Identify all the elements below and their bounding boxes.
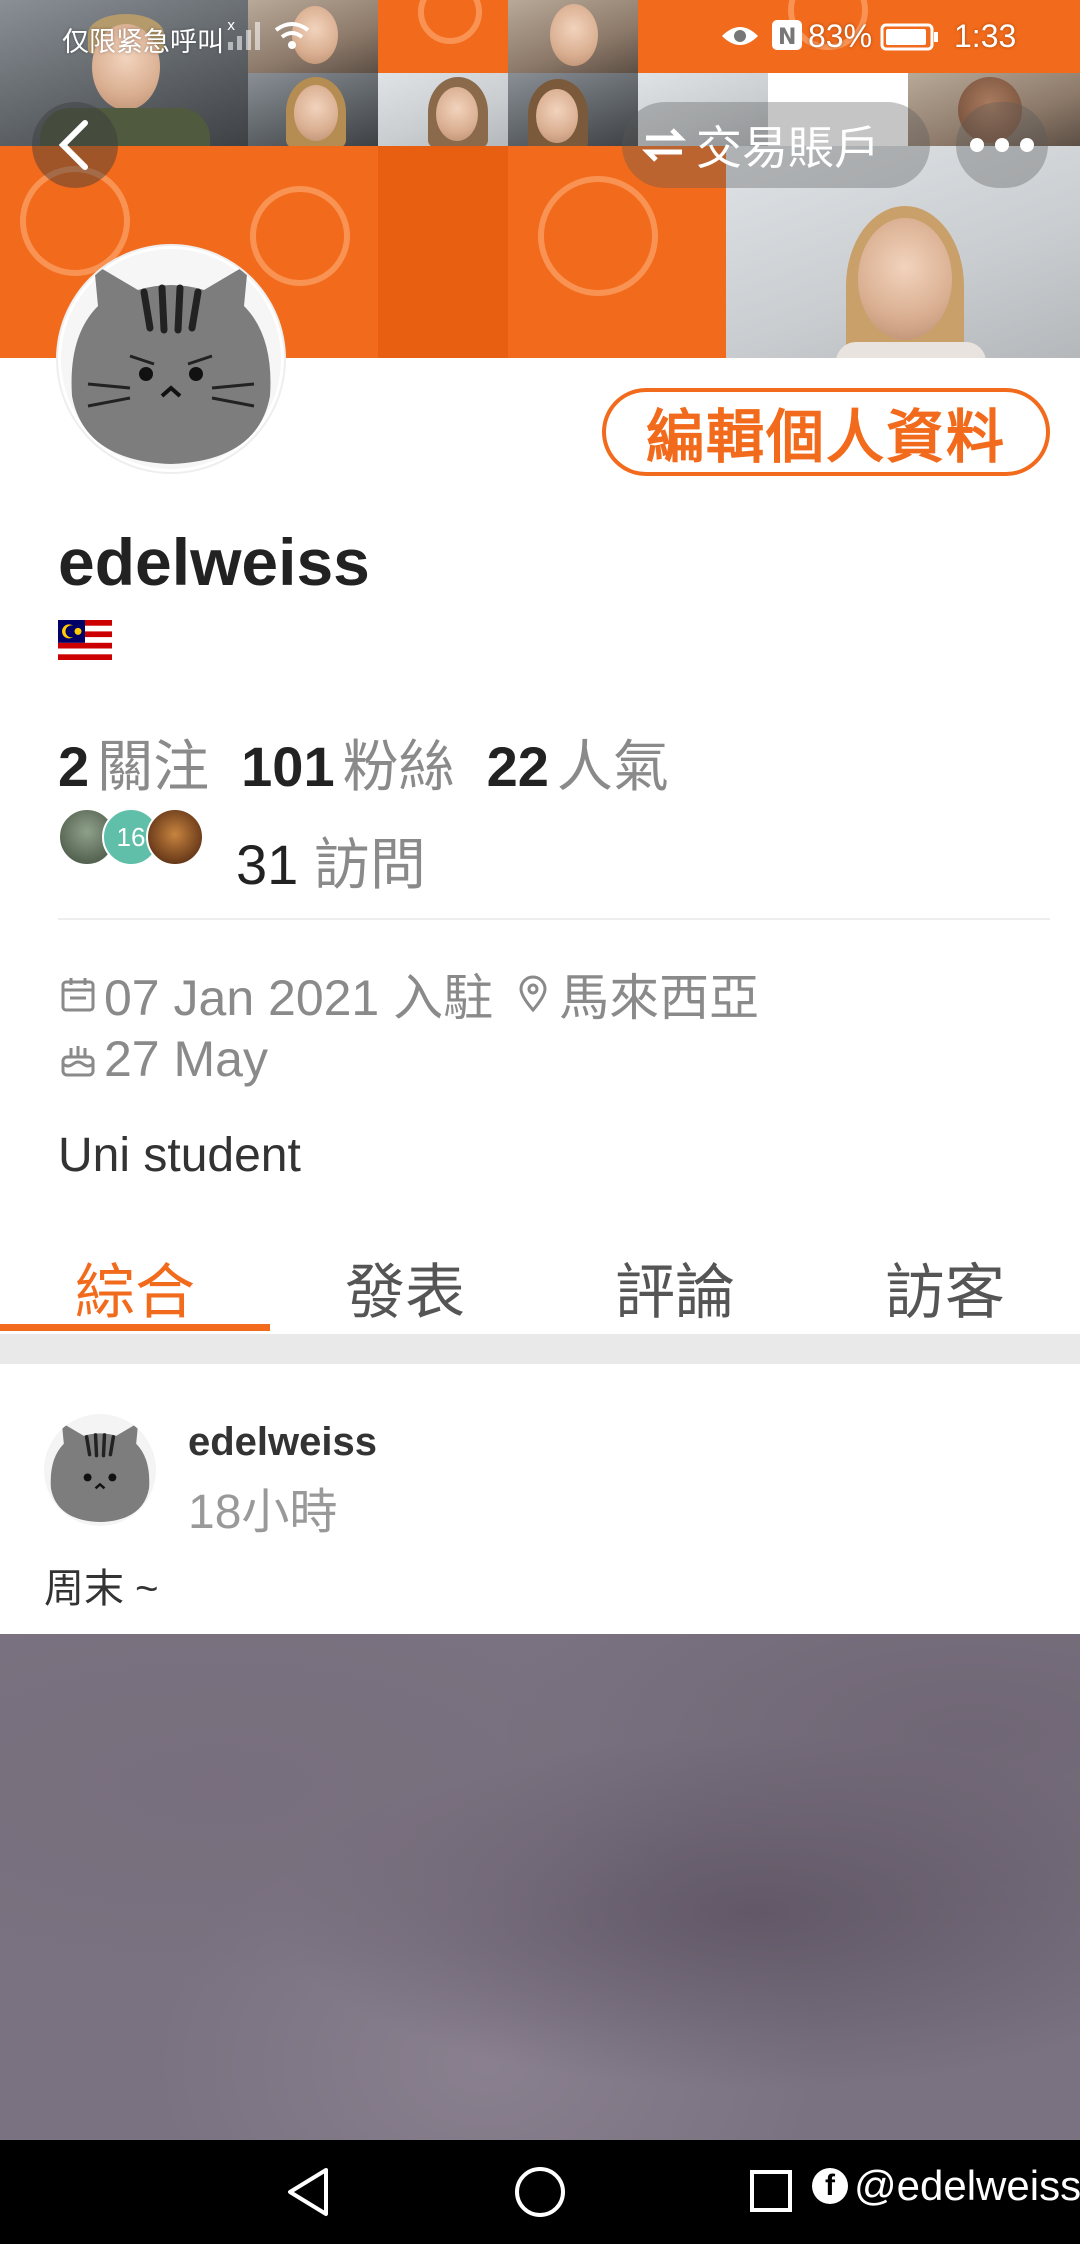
nav-back-icon[interactable] [282, 2164, 334, 2220]
nav-home-icon[interactable] [512, 2164, 568, 2220]
location-text: 馬來西亞 [559, 970, 760, 1026]
cover-photo-tile [508, 73, 638, 149]
following-label[interactable]: 關注 [97, 722, 209, 803]
joined-location-row: 07 Jan 2021 入駐 馬來西亞 [58, 958, 759, 1030]
calendar-icon [61, 978, 95, 1012]
profile-stats-row: 2 關注 101 粉絲 22 人氣 [58, 722, 701, 803]
profile-avatar[interactable] [58, 246, 284, 472]
section-separator [0, 1334, 1080, 1364]
divider [58, 918, 1050, 920]
switch-account-label: 交易賬戶 [696, 122, 880, 174]
profile-username: edelweiss [58, 525, 370, 599]
wifi-icon [274, 22, 310, 49]
visit-count-value: 31 [236, 833, 299, 896]
following-count[interactable]: 2 [58, 734, 89, 799]
carrier-text: 仅限紧急呼叫 [62, 27, 224, 57]
birthday-text: 27 May [104, 1031, 268, 1087]
followers-label[interactable]: 粉絲 [343, 722, 455, 803]
eye-icon [722, 27, 758, 45]
active-tab-indicator [0, 1324, 270, 1331]
post-author-avatar[interactable] [44, 1414, 156, 1526]
profile-tab-bar: 綜合 發表 評論 訪客 [0, 1230, 1080, 1330]
no-signal-icon: x [227, 18, 260, 50]
cover-pattern-tile [378, 146, 508, 358]
svg-text:x: x [227, 18, 235, 34]
battery-percent: 83% [808, 18, 873, 54]
clock: 1:33 [954, 18, 1017, 54]
swap-arrows-icon [642, 128, 686, 162]
post-text: 周末 ~ [44, 1567, 159, 1611]
post-timestamp: 18小時 [188, 1486, 338, 1539]
birthday-row: 27 May [58, 1030, 268, 1088]
back-button[interactable] [32, 102, 118, 188]
visit-count: 31 訪問 [236, 820, 426, 901]
popularity-count: 22 [486, 735, 549, 798]
cat-avatar-icon [50, 1422, 150, 1523]
cat-avatar-icon [61, 249, 281, 469]
switch-account-button[interactable]: 交易賬戶 [622, 102, 930, 188]
battery-icon [880, 23, 938, 51]
chevron-left-icon [58, 120, 88, 170]
watermark-text: @edelweiss [854, 2162, 1080, 2209]
location-pin-icon [519, 975, 547, 1013]
facebook-icon: f [812, 2168, 848, 2204]
visitor-avatar [146, 808, 204, 866]
system-navigation-bar: f @edelweiss [0, 2140, 1080, 2244]
visitors-row[interactable]: 16 31 訪問 [58, 808, 658, 896]
tab-posts[interactable]: 發表 [270, 1230, 540, 1330]
more-options-button[interactable] [956, 102, 1048, 188]
tab-comments[interactable]: 評論 [540, 1230, 810, 1330]
post-author-name[interactable]: edelweiss [188, 1420, 377, 1465]
followers-count[interactable]: 101 [241, 734, 334, 799]
svg-text:N: N [778, 25, 796, 50]
visit-count-label: 訪問 [313, 833, 426, 896]
nav-recents-icon[interactable] [748, 2168, 794, 2214]
cover-photo-tile [378, 73, 508, 147]
more-dots-icon [970, 138, 1034, 152]
joined-date: 07 Jan 2021 入駐 [104, 970, 494, 1026]
birthday-cake-icon [61, 1046, 95, 1077]
edit-profile-button[interactable]: 編輯個人資料 [602, 388, 1050, 476]
tab-overview[interactable]: 綜合 [0, 1230, 270, 1330]
post-image[interactable] [0, 1634, 1080, 2140]
nfc-icon: N [772, 20, 802, 50]
profile-bio: Uni student [58, 1129, 301, 1182]
tab-visitors[interactable]: 訪客 [810, 1230, 1080, 1330]
cover-photo-tile [248, 73, 378, 147]
status-bar: 仅限紧急呼叫 x N 83% 1:33 [0, 0, 1080, 72]
malaysia-flag-icon [58, 620, 112, 660]
watermark: f @edelweiss [812, 2162, 1080, 2210]
popularity-label: 人氣 [556, 735, 669, 798]
